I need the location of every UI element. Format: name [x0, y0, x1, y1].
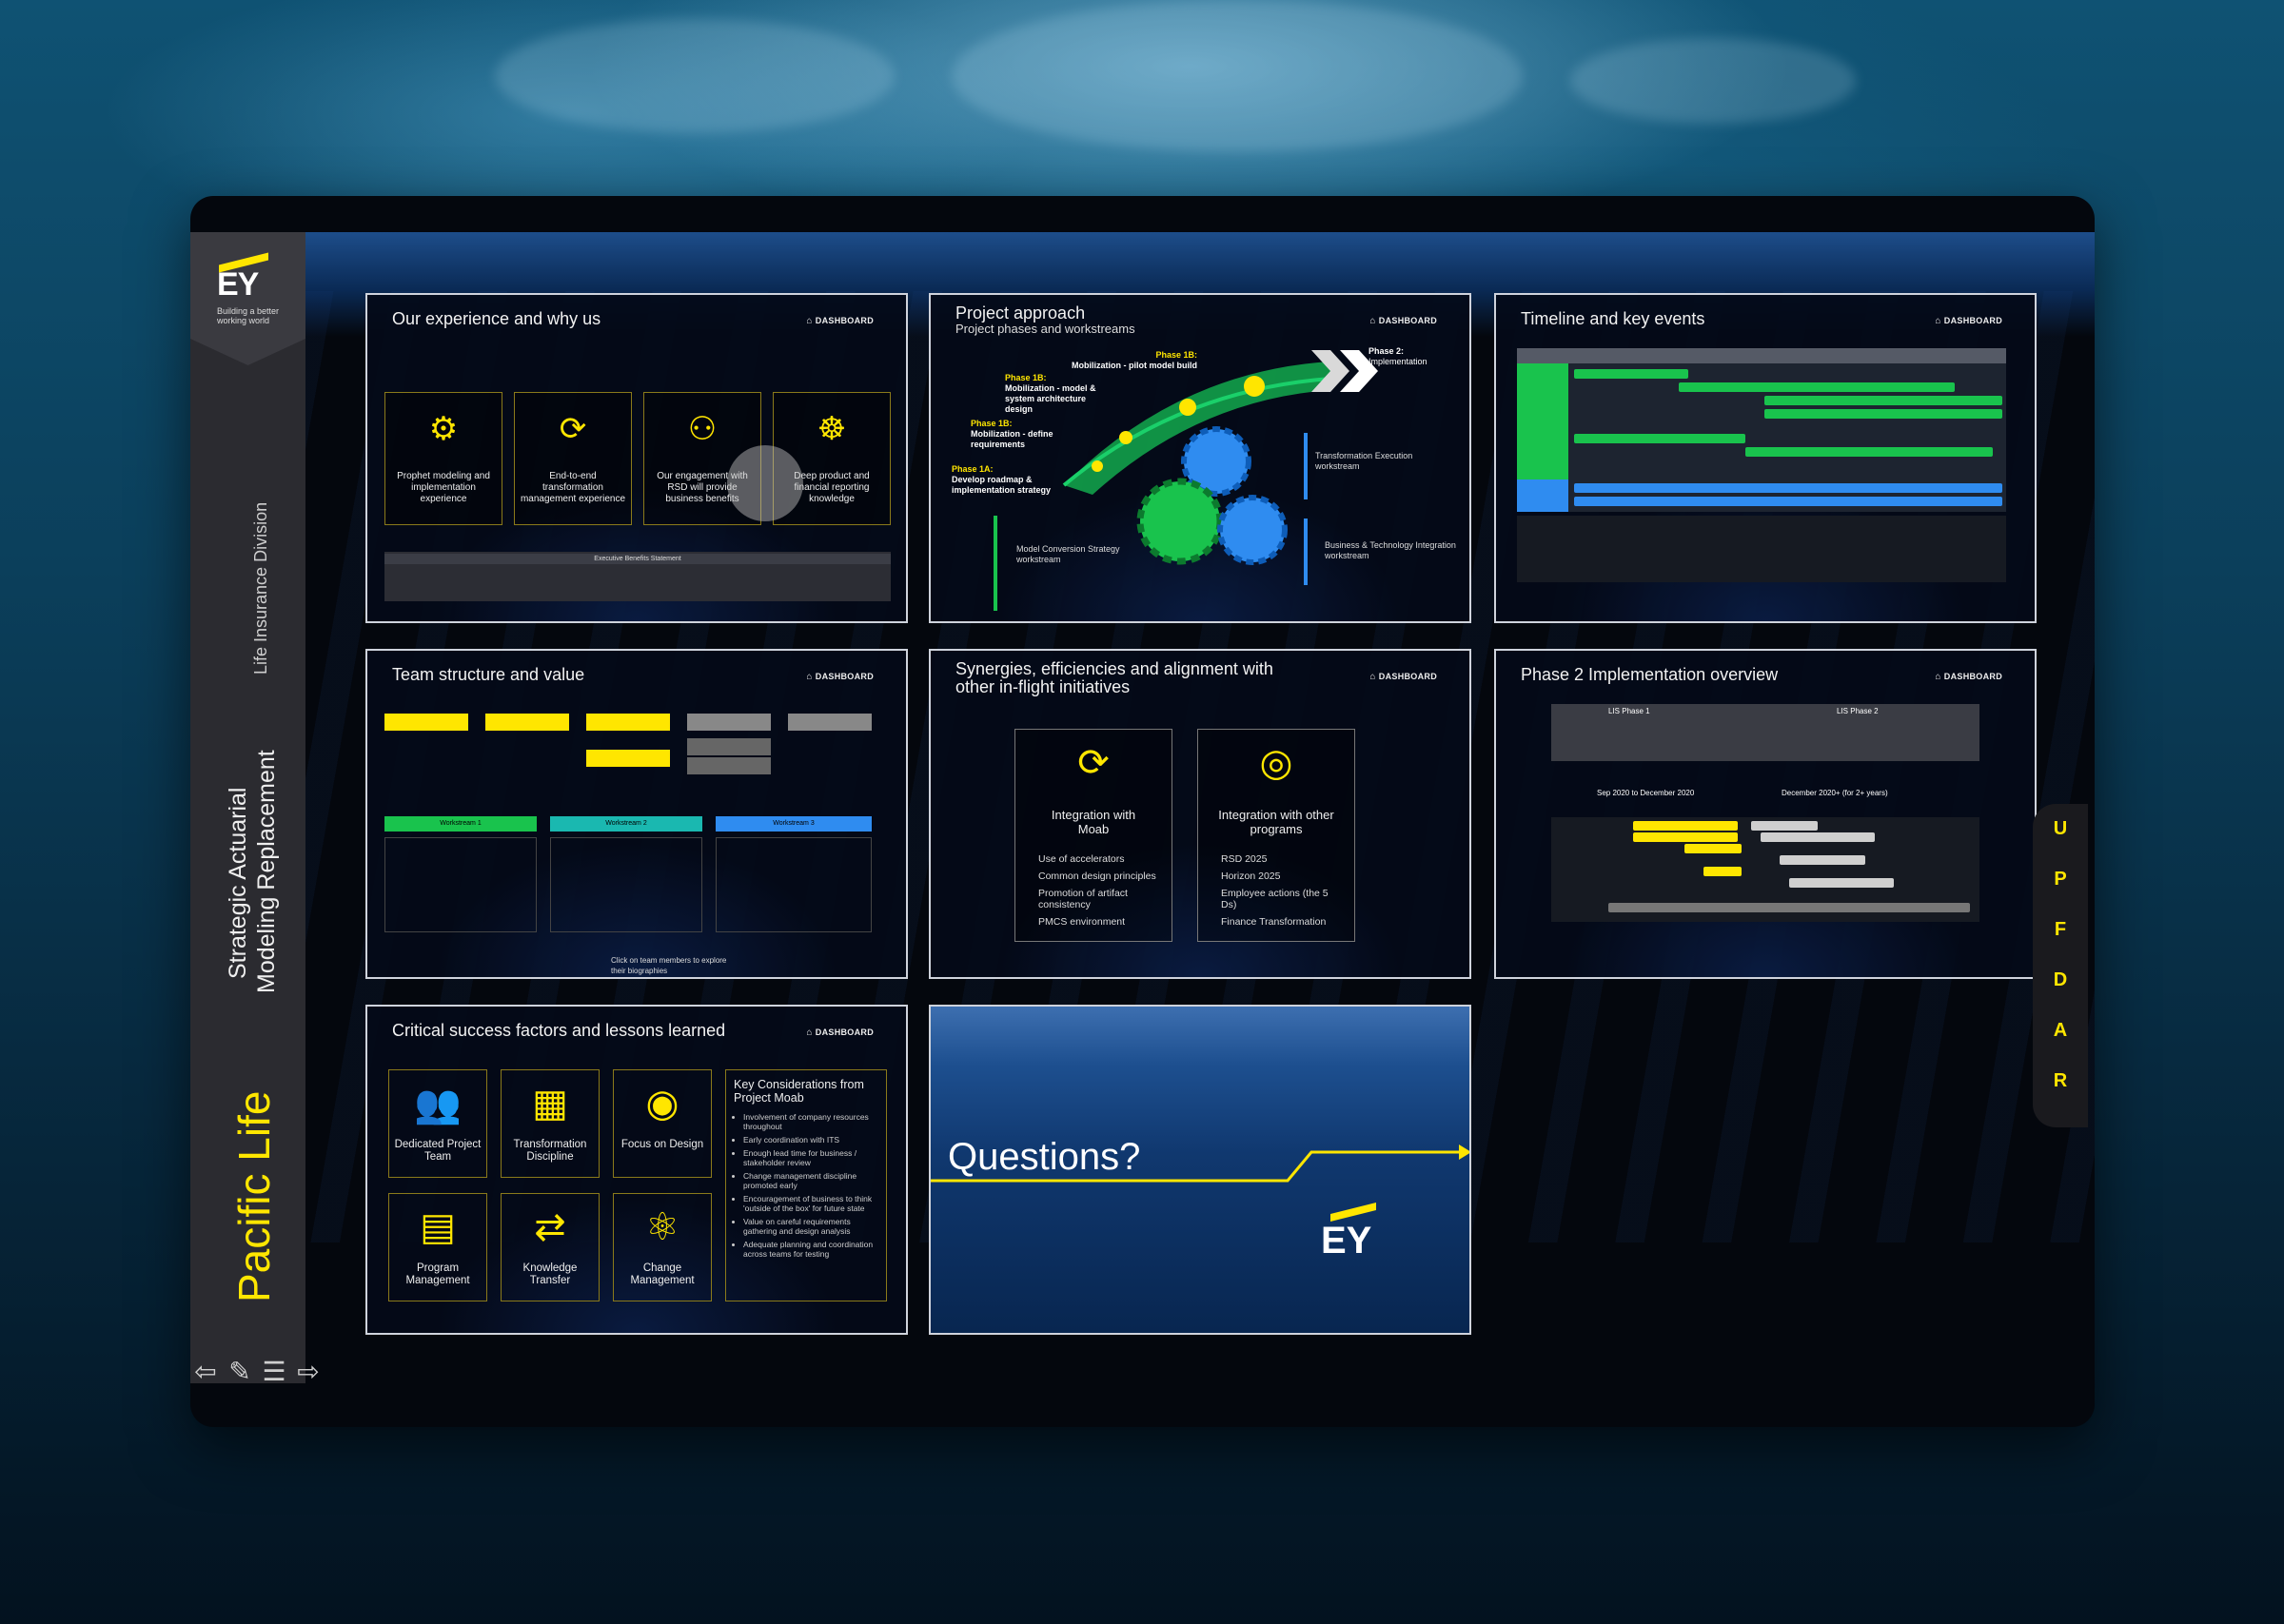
- phase-label: Phase 1B: Mobilization - define requireme…: [971, 419, 1053, 449]
- card-timeline[interactable]: Timeline and key events DASHBOARD: [1494, 293, 2037, 623]
- forward-arrow-icon[interactable]: ⇨: [293, 1357, 324, 1387]
- dashboard-link[interactable]: DASHBOARD: [1935, 316, 2002, 326]
- back-arrow-icon[interactable]: ⇦: [190, 1357, 221, 1387]
- team-footnote: Click on team members to explore their b…: [611, 956, 727, 975]
- phase-label: Phase 1B: Mobilization - pilot model buil…: [1072, 350, 1197, 370]
- card-phase2-overview[interactable]: Phase 2 Implementation overview DASHBOAR…: [1494, 649, 2037, 979]
- phase2-col2: December 2020+ (for 2+ years): [1782, 789, 1888, 797]
- cycle-icon: ⟳: [1077, 742, 1110, 784]
- pencil-icon[interactable]: ✎: [225, 1357, 255, 1387]
- card-title: Phase 2 Implementation overview: [1521, 665, 1779, 684]
- client-name: Pacific Life: [229, 1090, 279, 1302]
- project-title-line1: Strategic Actuarial: [225, 787, 251, 980]
- factor-box[interactable]: ◉ Focus on Design: [613, 1069, 712, 1178]
- key-considerations: Key Considerations from Project Moab Inv…: [725, 1069, 887, 1301]
- dashboard-link[interactable]: DASHBOARD: [806, 316, 874, 326]
- factor-box[interactable]: ▤ Program Management: [388, 1193, 487, 1301]
- yellow-arrow-graphic: [931, 1145, 1469, 1183]
- eye-icon: ◉: [645, 1083, 679, 1125]
- phase2-gantt: [1551, 817, 1979, 922]
- logo-tagline: Building a better working world: [217, 306, 280, 325]
- phase-label: Phase 2: Implementation: [1368, 346, 1428, 366]
- ocean-foam: [1570, 38, 1856, 124]
- presentation-frame: EY Building a better working world Life …: [190, 196, 2095, 1427]
- card-title: Our experience and why us: [392, 309, 601, 328]
- division-label: Life Insurance Division: [251, 501, 270, 675]
- workstream-label: Business & Technology Integration workst…: [1325, 540, 1456, 560]
- project-title-line2: Modeling Replacement: [253, 750, 280, 993]
- cycle-icon: ⟳: [559, 411, 587, 447]
- nav-letter-r[interactable]: R: [2033, 1056, 2088, 1106]
- cursor-highlight: [727, 445, 803, 521]
- card-questions[interactable]: Questions? EY: [929, 1005, 1471, 1335]
- sidebar-tools: ⇦ ✎ ☰ ⇨: [190, 1353, 324, 1391]
- card-success-factors[interactable]: Critical success factors and lessons lea…: [365, 1005, 908, 1335]
- sidebar: EY Building a better working world Life …: [190, 232, 305, 1383]
- card-project-approach[interactable]: Project approach Project phases and work…: [929, 293, 1471, 623]
- nav-letter-p[interactable]: P: [2033, 854, 2088, 905]
- people-icon: ⚇: [687, 411, 718, 447]
- team-icon: 👥: [414, 1084, 462, 1125]
- ocean-foam: [952, 0, 1523, 152]
- factor-box[interactable]: ⇄ Knowledge Transfer: [501, 1193, 600, 1301]
- integration-moab-box[interactable]: ⟳ Integration with Moab Use of accelerat…: [1014, 729, 1172, 942]
- ey-logo[interactable]: EY Building a better working world: [190, 232, 305, 365]
- gantt-legend: [1517, 516, 2006, 582]
- benefits-strip: Executive Benefits Statement: [384, 552, 891, 601]
- transfer-icon: ⇄: [534, 1206, 566, 1248]
- menu-icon[interactable]: ☰: [259, 1357, 289, 1387]
- experience-box[interactable]: ⚙ Prophet modeling and implementation ex…: [384, 392, 502, 525]
- card-synergies[interactable]: Synergies, efficiencies and alignment wi…: [929, 649, 1471, 979]
- experience-box[interactable]: ⟳ End-to-end transformation management e…: [514, 392, 632, 525]
- gantt-chart: [1517, 348, 2006, 512]
- card-experience[interactable]: Our experience and why us DASHBOARD ⚙ Pr…: [365, 293, 908, 623]
- factor-box[interactable]: ⚛ Change Management: [613, 1193, 712, 1301]
- ocean-foam: [495, 19, 895, 133]
- phase2-col1: Sep 2020 to December 2020: [1597, 789, 1695, 797]
- phase-label: Phase 1A: Develop roadmap & implementatio…: [952, 464, 1052, 495]
- nav-letter-d[interactable]: D: [2033, 955, 2088, 1006]
- card-title: Team structure and value: [392, 665, 585, 684]
- key-considerations-title: Key Considerations from Project Moab: [734, 1078, 864, 1105]
- head-gear-icon: ☸: [817, 411, 847, 447]
- phase-label: Phase 1B: Mobilization - model & system a…: [1005, 373, 1096, 414]
- ey-logo-small: EY: [1321, 1220, 1372, 1262]
- card-title: Critical success factors and lessons lea…: [392, 1021, 726, 1040]
- programs-list: RSD 2025 Horizon 2025 Employee actions (…: [1221, 853, 1329, 928]
- factor-box[interactable]: 👥 Dedicated Project Team: [388, 1069, 487, 1178]
- nav-letter-f[interactable]: F: [2033, 905, 2088, 955]
- nav-letter-a[interactable]: A: [2033, 1006, 2088, 1056]
- workstream-label: Model Conversion Strategy workstream: [1016, 544, 1120, 564]
- integration-programs-box[interactable]: ◎ Integration with other programs RSD 20…: [1197, 729, 1355, 942]
- benefits-strip-title: Executive Benefits Statement: [384, 554, 891, 564]
- dashboard-link[interactable]: DASHBOARD: [806, 672, 874, 682]
- dashboard-link[interactable]: DASHBOARD: [806, 1027, 874, 1038]
- factor-box[interactable]: ▦ Transformation Discipline: [501, 1069, 600, 1178]
- right-nav: U P F D A R: [2033, 804, 2088, 1127]
- phase2-header: LIS Phase 1 LIS Phase 2: [1551, 704, 1979, 761]
- logo-text: EY: [217, 266, 259, 303]
- computer-gear-icon: ⚙: [428, 411, 459, 447]
- card-team-structure[interactable]: Team structure and value DASHBOARD Works…: [365, 649, 908, 979]
- moab-list: Use of accelerators Common design princi…: [1038, 853, 1156, 928]
- workstream-label: Transformation Execution workstream: [1315, 451, 1413, 471]
- clipboard-icon: ▤: [420, 1206, 456, 1248]
- card-title: Synergies, efficiencies and alignment wi…: [955, 659, 1273, 696]
- dashboard-link[interactable]: DASHBOARD: [1935, 672, 2002, 682]
- chart-circle-icon: ◎: [1259, 742, 1293, 784]
- org-chart: Workstream 1 Workstream 2 Workstream 3: [384, 714, 893, 942]
- puzzle-icon: ▦: [532, 1083, 568, 1125]
- dashboard-link[interactable]: DASHBOARD: [1369, 672, 1437, 682]
- change-icon: ⚛: [645, 1206, 679, 1248]
- card-title: Timeline and key events: [1521, 309, 1705, 328]
- nav-letter-u[interactable]: U: [2033, 804, 2088, 854]
